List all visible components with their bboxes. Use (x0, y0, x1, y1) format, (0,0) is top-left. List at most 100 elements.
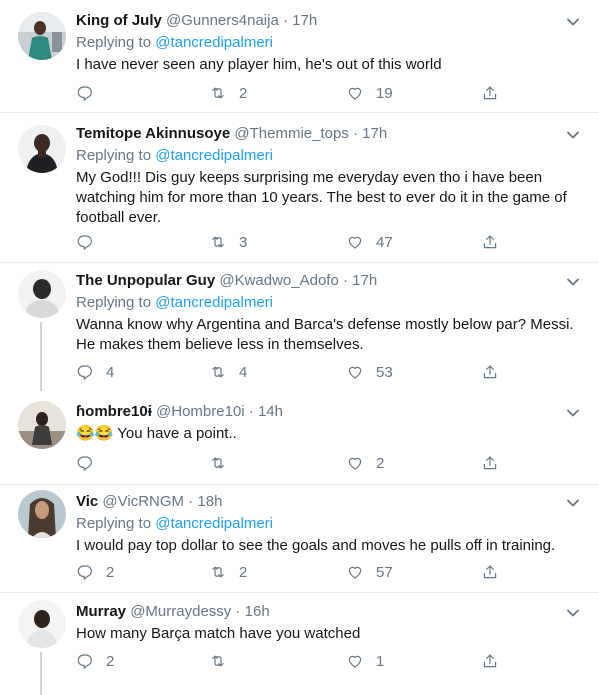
separator-dot: · (352, 125, 358, 142)
like-icon (346, 84, 364, 102)
reply-button[interactable]: 2 (76, 649, 114, 673)
mention-link[interactable]: @tancredipalmeri (155, 34, 273, 51)
like-button[interactable]: 2 (346, 451, 384, 475)
tweet-text: My God!!! Dis guy keeps surprising me ev… (76, 169, 567, 226)
timestamp[interactable]: 18h (197, 493, 222, 510)
reply-button[interactable]: 4 (76, 360, 114, 384)
timestamp[interactable]: 16h (245, 603, 270, 620)
tweet-actions: 2 (76, 451, 516, 475)
like-button[interactable]: 1 (346, 649, 384, 673)
retweet-button[interactable] (209, 649, 239, 673)
user-handle[interactable]: @VicRNGM (102, 493, 184, 510)
retweet-button[interactable]: 2 (209, 560, 247, 584)
retweet-button[interactable] (209, 451, 239, 475)
retweet-button[interactable]: 2 (209, 81, 247, 105)
retweet-button[interactable]: 3 (209, 230, 247, 254)
reply-button[interactable]: 2 (76, 560, 114, 584)
retweet-button[interactable]: 4 (209, 360, 247, 384)
more-caret-icon[interactable] (565, 405, 581, 421)
display-name[interactable]: Temitope Akinnusoye (76, 125, 230, 142)
display-name[interactable]: ɦombre10ɨ (76, 403, 152, 420)
tweet-header: Temitope Akinnusoye @Themmie_tops · 17h (76, 124, 581, 144)
display-name[interactable]: King of July (76, 12, 162, 29)
display-name[interactable]: Murray (76, 603, 126, 620)
tweet-text-line: 😂😂 You have a point.. (76, 424, 581, 444)
reply-button[interactable] (76, 230, 106, 254)
avatar[interactable] (18, 270, 66, 318)
mention-link[interactable]: @tancredipalmeri (155, 147, 273, 164)
avatar[interactable] (18, 12, 66, 60)
reply-count: 4 (106, 363, 115, 381)
share-button[interactable] (481, 649, 499, 673)
tweet[interactable]: Temitope Akinnusoye @Themmie_tops · 17h … (0, 113, 599, 263)
separator-dot: · (248, 403, 254, 420)
tweet[interactable]: The Unpopular Guy @Kwadwo_Adofo · 17h Re… (0, 263, 599, 391)
user-handle[interactable]: @Themmie_tops (234, 125, 348, 142)
share-icon (481, 233, 499, 251)
tweet-header: Vic @VicRNGM · 18h (76, 492, 581, 512)
more-caret-icon[interactable] (565, 495, 581, 511)
retweet-icon (209, 233, 227, 251)
user-handle[interactable]: @Murraydessy (130, 603, 231, 620)
replying-to: Replying to @tancredipalmeri (76, 514, 581, 534)
like-button[interactable]: 53 (346, 360, 393, 384)
user-handle[interactable]: @Hombre10i (156, 403, 245, 420)
more-caret-icon[interactable] (565, 605, 581, 621)
reply-count: 2 (106, 652, 115, 670)
tweet-actions: 2 2 57 (76, 560, 516, 584)
display-name[interactable]: Vic (76, 493, 98, 510)
like-button[interactable]: 47 (346, 230, 393, 254)
share-button[interactable] (481, 230, 499, 254)
reply-button[interactable] (76, 81, 106, 105)
avatar[interactable] (18, 401, 66, 449)
more-caret-icon[interactable] (565, 274, 581, 290)
avatar-image (18, 12, 66, 60)
tweet[interactable]: King of July @Gunners4naija · 17h Replyi… (0, 0, 599, 113)
share-button[interactable] (481, 81, 499, 105)
like-icon (346, 363, 364, 381)
timestamp[interactable]: 17h (362, 125, 387, 142)
retweet-icon (209, 563, 227, 581)
retweet-count: 2 (239, 563, 248, 581)
more-caret-icon[interactable] (565, 14, 581, 30)
like-count: 53 (376, 363, 393, 381)
reply-icon (76, 233, 94, 251)
avatar-image (18, 401, 66, 449)
replying-to-label: Replying to (76, 34, 152, 51)
share-button[interactable] (481, 451, 499, 475)
mention-link[interactable]: @tancredipalmeri (155, 515, 273, 532)
tweet-actions: 2 19 (76, 81, 516, 105)
tweet[interactable]: Vic @VicRNGM · 18h Replying to @tancredi… (0, 485, 599, 593)
tweet-header: Murray @Murraydessy · 16h (76, 602, 581, 622)
avatar-image (18, 600, 66, 648)
display-name[interactable]: The Unpopular Guy (76, 272, 215, 289)
timestamp[interactable]: 17h (292, 12, 317, 29)
share-button[interactable] (481, 560, 499, 584)
thread-line (40, 652, 42, 695)
share-icon (481, 563, 499, 581)
avatar[interactable] (18, 490, 66, 538)
avatar[interactable] (18, 600, 66, 648)
like-button[interactable]: 57 (346, 560, 393, 584)
more-caret-icon[interactable] (565, 127, 581, 143)
share-icon (481, 652, 499, 670)
user-handle[interactable]: @Kwadwo_Adofo (219, 272, 338, 289)
laughing-emoji: 😂😂 (76, 425, 114, 442)
reply-button[interactable] (76, 451, 106, 475)
reply-icon (76, 363, 94, 381)
timestamp[interactable]: 14h (258, 403, 283, 420)
like-button[interactable]: 19 (346, 81, 393, 105)
share-icon (481, 363, 499, 381)
mention-link[interactable]: @tancredipalmeri (155, 294, 273, 311)
like-count: 57 (376, 563, 393, 581)
tweet[interactable]: ɦombre10ɨ @Hombre10i · 14h 😂😂 You have a… (0, 391, 599, 485)
like-count: 2 (376, 454, 385, 472)
reply-count: 2 (106, 563, 115, 581)
retweet-count: 4 (239, 363, 248, 381)
replying-to-label: Replying to (76, 147, 152, 164)
timestamp[interactable]: 17h (352, 272, 377, 289)
avatar[interactable] (18, 125, 66, 173)
tweet[interactable]: Murray @Murraydessy · 16h How many Barça… (0, 593, 599, 695)
user-handle[interactable]: @Gunners4naija (166, 12, 279, 29)
share-button[interactable] (481, 360, 499, 384)
